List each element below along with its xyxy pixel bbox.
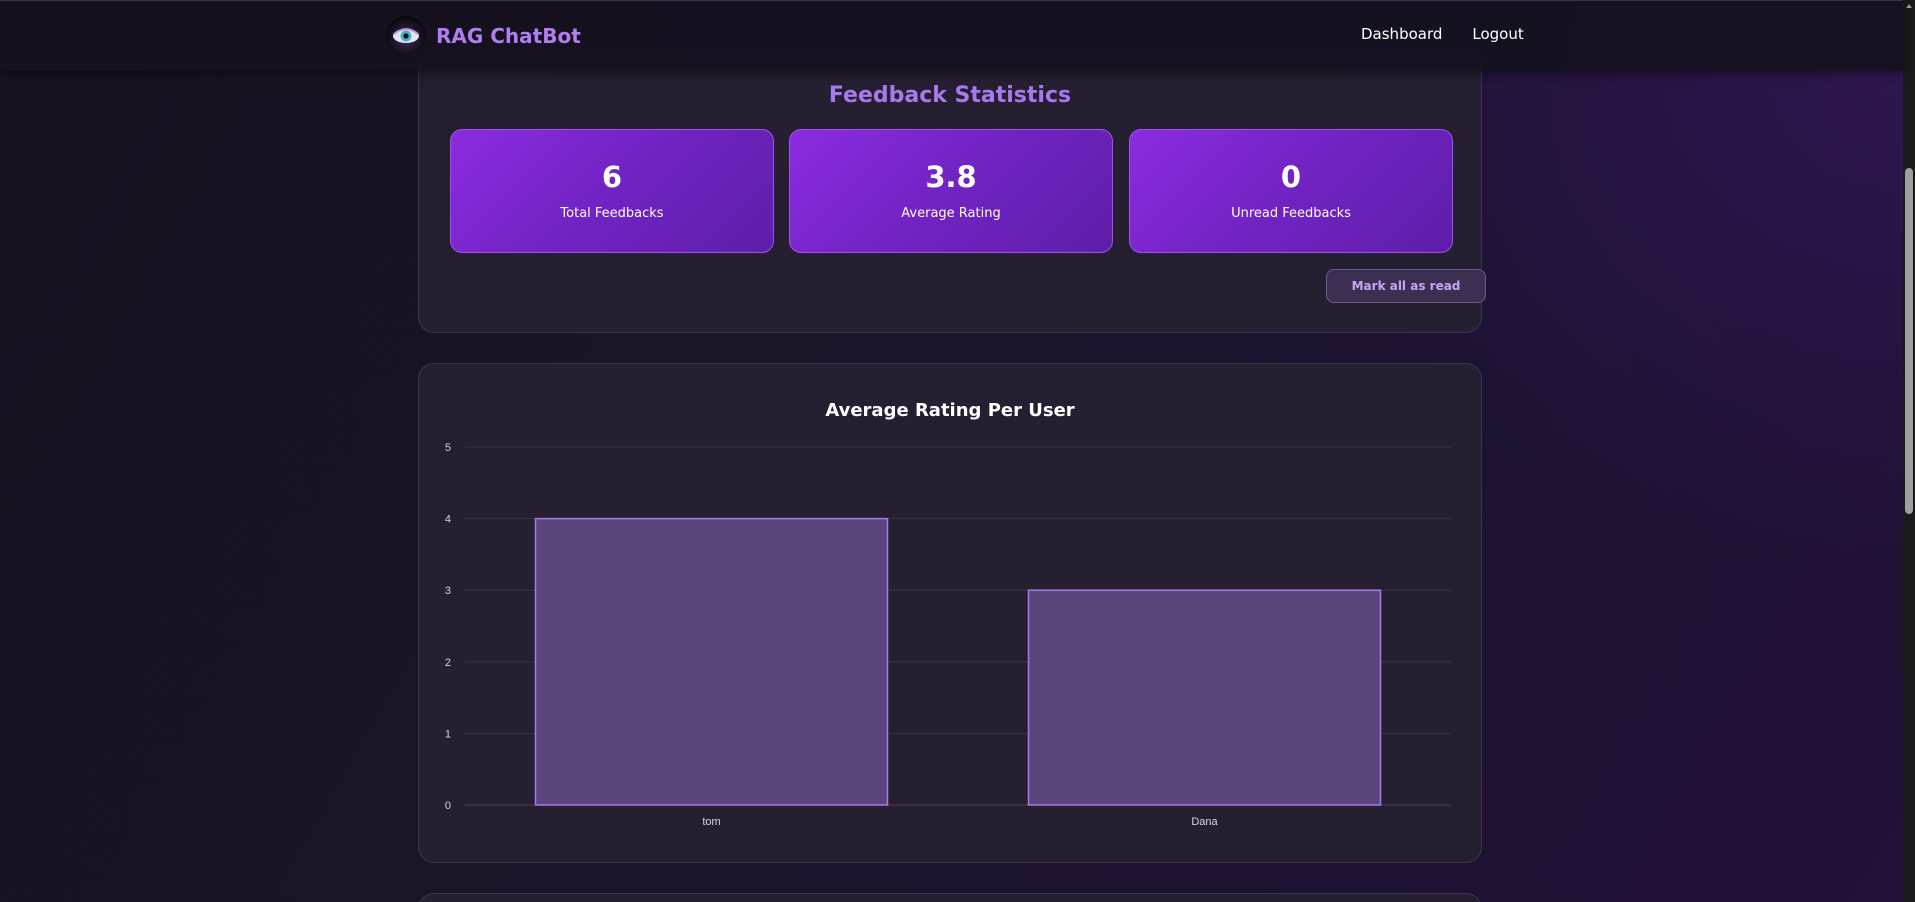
stat-average-rating: 3.8 Average Rating [789, 129, 1113, 253]
stats-title: Feedback Statistics [828, 83, 1072, 108]
stat-label: Total Feedbacks [560, 206, 664, 221]
stat-label: Average Rating [901, 206, 1001, 221]
top-navbar: RAG ChatBot Dashboard Logout [0, 0, 1903, 71]
y-tick-label: 3 [445, 585, 451, 597]
bar-dana[interactable] [1027, 589, 1382, 806]
y-tick-label: 2 [445, 657, 451, 669]
feedback-statistics-card: Feedback Statistics 6 Total Feedbacks 3.… [418, 50, 1486, 333]
stat-label: Unread Feedbacks [1231, 206, 1351, 221]
nav-logout-link[interactable]: Logout [1472, 25, 1523, 43]
y-tick-label: 5 [445, 442, 451, 454]
x-tick-label: tom [702, 816, 720, 828]
bar-chart: 0 1 2 3 4 5 tom Dana [445, 442, 1451, 828]
y-tick-label: 0 [445, 800, 451, 812]
brand-name: RAG ChatBot [436, 24, 581, 48]
mark-all-read-button[interactable]: Mark all as read [1326, 269, 1486, 303]
rating-chart-card: Average Rating Per User 0 1 2 3 4 5 tom Dana [418, 363, 1482, 863]
bar-tom[interactable] [534, 517, 889, 806]
nav-dashboard-link[interactable]: Dashboard [1361, 25, 1442, 43]
stat-value: 6 [601, 160, 623, 194]
y-tick-label: 1 [445, 728, 451, 740]
next-section-card [418, 893, 1482, 902]
stat-value: 0 [1280, 160, 1302, 194]
stat-total-feedbacks: 6 Total Feedbacks [450, 129, 774, 253]
y-tick-label: 4 [445, 514, 451, 526]
x-tick-label: Dana [1191, 816, 1218, 828]
stat-value: 3.8 [925, 160, 977, 194]
eye-logo-icon [386, 16, 426, 56]
scroll-up-arrow-icon[interactable] [1903, 0, 1915, 12]
scrollbar-thumb[interactable] [1905, 168, 1913, 514]
stat-unread-feedbacks: 0 Unread Feedbacks [1129, 129, 1453, 253]
brand[interactable]: RAG ChatBot [386, 16, 581, 56]
nav-links: Dashboard Logout [1361, 25, 1524, 43]
page-scrollbar[interactable] [1903, 0, 1915, 902]
